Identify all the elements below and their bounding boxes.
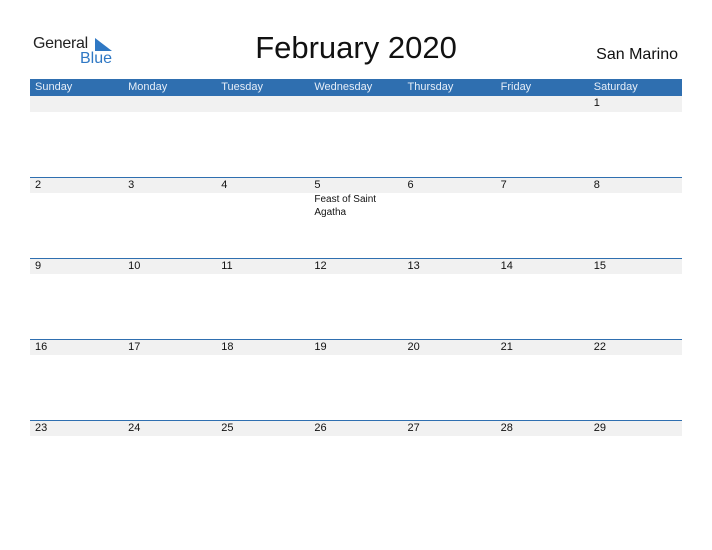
weekday-sunday: Sunday	[35, 81, 73, 93]
day-number: 12	[314, 260, 327, 272]
day-number: 17	[128, 341, 141, 353]
day-number: 11	[221, 260, 233, 272]
day-number: 8	[593, 179, 600, 191]
holiday-event: Feast of Saint Agatha	[314, 194, 377, 218]
day-number	[501, 96, 589, 112]
day-number: 18	[221, 341, 234, 353]
country-label: San Marino	[596, 46, 678, 63]
weeks-container: 1 2 3 4 5 Feast of Saint Agatha 6 7 8 9 10 11 12 13 14…	[30, 96, 682, 501]
day-cell: 17	[123, 339, 216, 355]
day-number: 7	[500, 179, 507, 191]
day-number: 2	[35, 179, 42, 191]
day-cell: 8	[589, 177, 682, 219]
day-number: 19	[314, 341, 327, 353]
day-cell: 16	[30, 339, 123, 355]
day-cell: 13	[403, 258, 496, 274]
day-cell: 18	[216, 339, 309, 355]
day-cell: 9	[30, 258, 123, 274]
day-cell: 22	[589, 339, 682, 355]
day-number: 14	[500, 260, 513, 272]
week-row: 1	[30, 96, 682, 177]
day-cell: 14	[496, 258, 589, 274]
day-cell: 19	[309, 339, 402, 355]
day-number	[408, 96, 496, 112]
day-cell	[309, 96, 402, 112]
day-cell: 7	[496, 177, 589, 219]
weekday-header: Sunday Monday Tuesday Wednesday Thursday…	[30, 79, 682, 96]
day-number: 21	[500, 341, 513, 353]
day-number: 20	[407, 341, 420, 353]
day-cell	[30, 96, 123, 112]
day-number: 3	[128, 179, 135, 191]
weekday-tuesday: Tuesday	[221, 81, 264, 93]
day-cell: 15	[589, 258, 682, 274]
day-cell: 4	[216, 177, 309, 219]
weekday-saturday: Saturday	[593, 81, 638, 93]
day-cell: 10	[123, 258, 216, 274]
day-cell: 11	[216, 258, 309, 274]
day-number: 15	[593, 260, 606, 272]
day-cell: 27	[403, 420, 496, 436]
day-cell: 6	[403, 177, 496, 219]
day-number: 5	[314, 179, 321, 191]
day-number: 25	[221, 422, 234, 434]
day-cell: 20	[403, 339, 496, 355]
day-number: 16	[35, 341, 48, 353]
day-number: 10	[128, 260, 141, 272]
day-cell: 3	[123, 177, 216, 219]
day-number	[128, 96, 216, 112]
day-cell: 25	[216, 420, 309, 436]
day-number: 9	[35, 260, 42, 272]
day-number: 22	[593, 341, 606, 353]
day-cell: 24	[123, 420, 216, 436]
day-number: 28	[500, 422, 513, 434]
day-number: 23	[35, 422, 48, 434]
day-number	[221, 96, 309, 112]
day-number: 29	[593, 422, 606, 434]
week-row: 2 3 4 5 Feast of Saint Agatha 6 7 8	[30, 177, 682, 258]
day-cell: 29	[589, 420, 682, 436]
week-row: 16 17 18 19 20 21 22	[30, 339, 682, 420]
day-number: 13	[407, 260, 420, 272]
day-number: 24	[128, 422, 141, 434]
weekday-thursday: Thursday	[407, 81, 454, 93]
day-number	[314, 96, 402, 112]
calendar-grid: Sunday Monday Tuesday Wednesday Thursday…	[30, 79, 682, 501]
day-cell	[216, 96, 309, 112]
day-cell: 5 Feast of Saint Agatha	[309, 177, 402, 219]
day-cell: 1	[589, 96, 682, 112]
day-cell: 12	[309, 258, 402, 274]
day-cell: 21	[496, 339, 589, 355]
day-cell: 2	[30, 177, 123, 219]
day-number	[35, 96, 123, 112]
week-row: 23 24 25 26 27 28 29	[30, 420, 682, 501]
day-cell: 23	[30, 420, 123, 436]
day-number: 1	[593, 97, 600, 109]
day-cell	[496, 96, 589, 112]
weekday-wednesday: Wednesday	[314, 81, 373, 93]
day-number: 26	[314, 422, 327, 434]
weekday-friday: Friday	[500, 81, 532, 93]
day-number: 6	[407, 179, 414, 191]
day-cell	[123, 96, 216, 112]
day-cell	[403, 96, 496, 112]
weekday-monday: Monday	[128, 81, 168, 93]
day-cell: 26	[309, 420, 402, 436]
week-row: 9 10 11 12 13 14 15	[30, 258, 682, 339]
day-cell: 28	[496, 420, 589, 436]
day-number: 4	[221, 179, 228, 191]
day-number: 27	[407, 422, 420, 434]
